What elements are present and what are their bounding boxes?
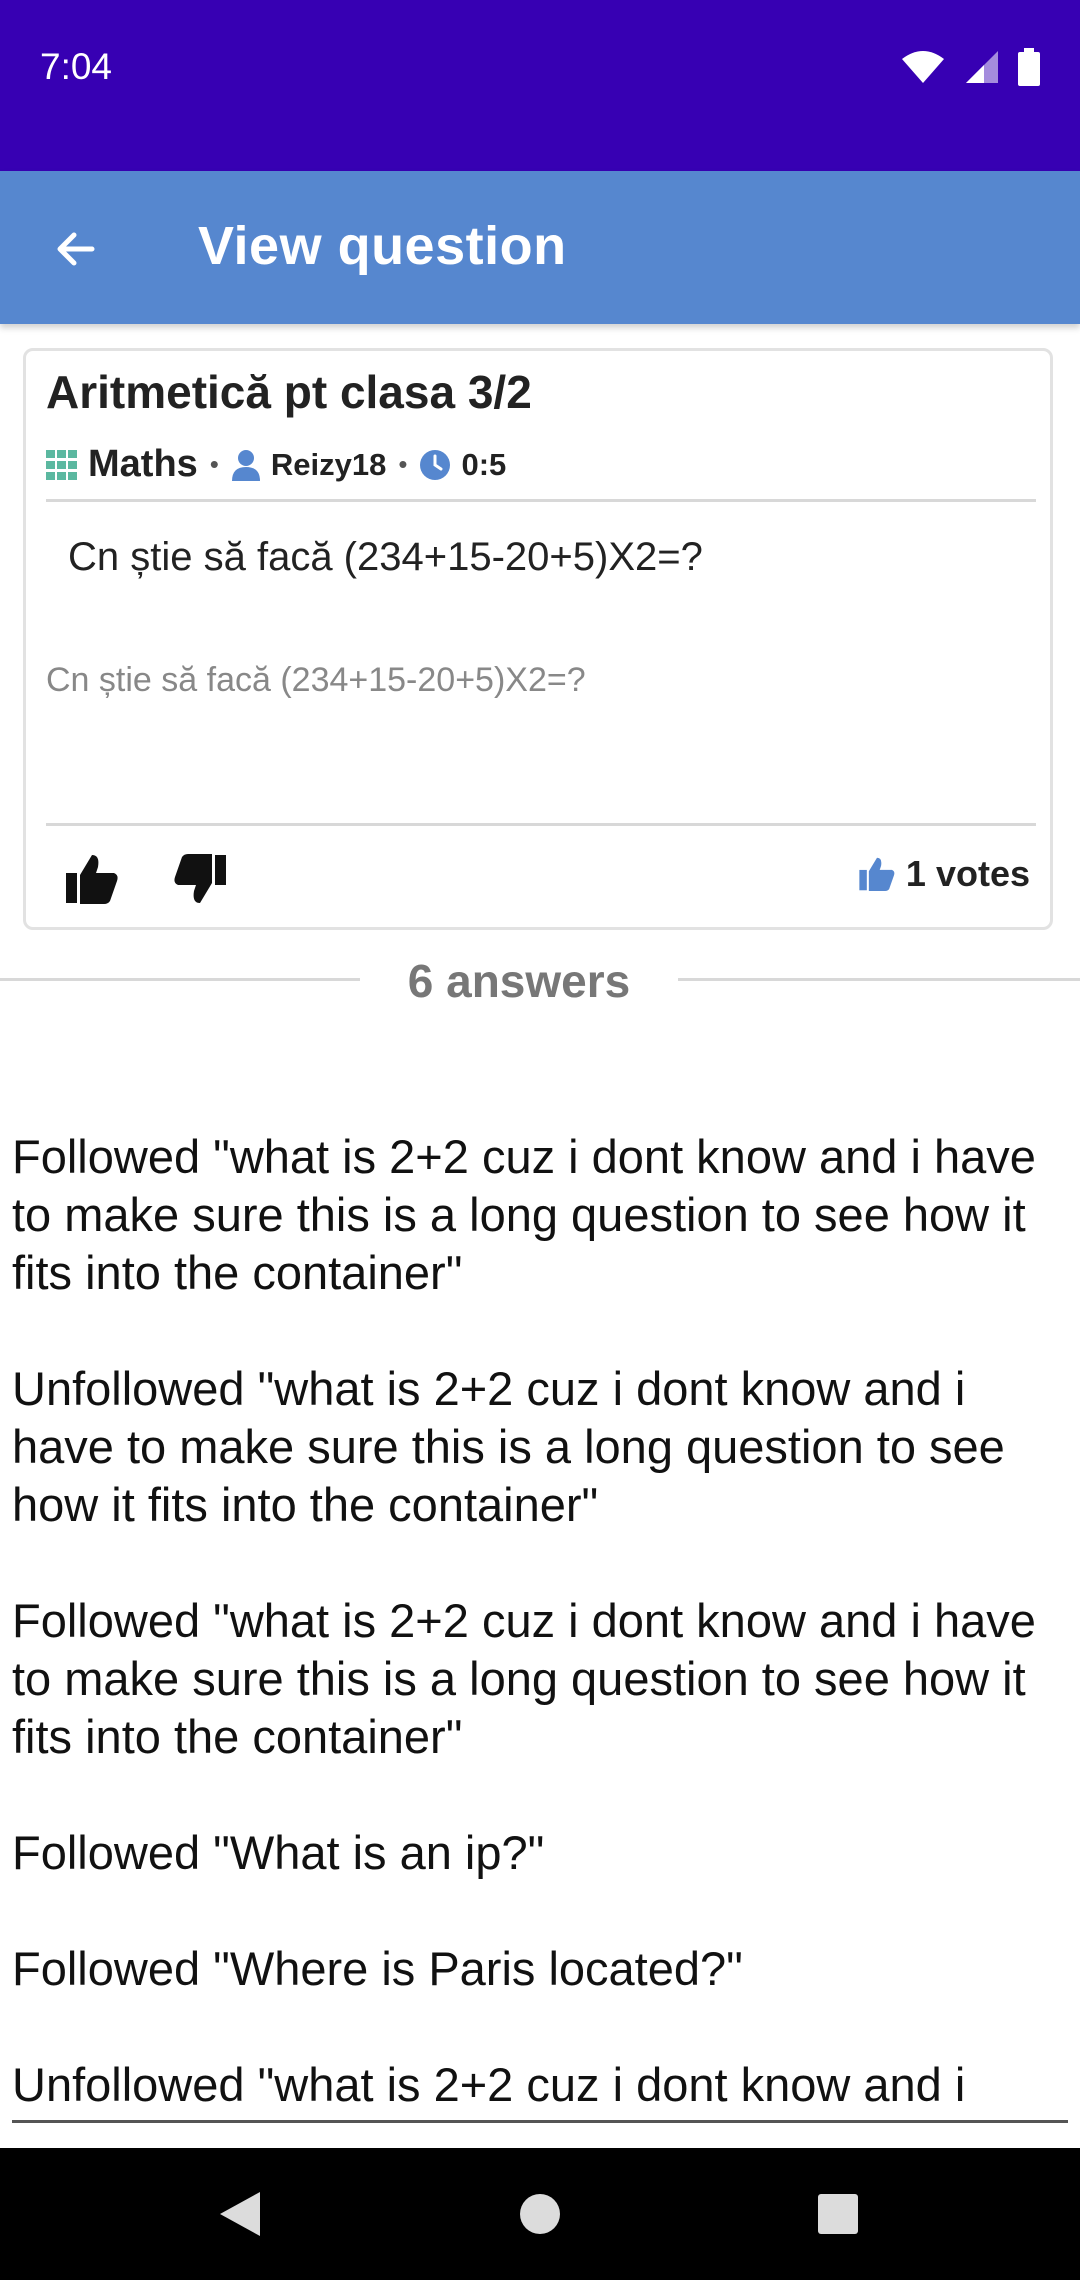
arrow-left-icon — [57, 232, 95, 266]
nav-back-button[interactable] — [204, 2178, 276, 2250]
meta-separator: • — [398, 449, 408, 479]
category-link[interactable]: Maths — [88, 443, 198, 486]
activity-item: Unfollowed "what is 2+2 cuz i dont know … — [12, 1362, 1005, 1531]
square-recents-icon — [818, 2194, 858, 2234]
nav-home-button[interactable] — [504, 2178, 576, 2250]
activity-log[interactable]: Followed "what is 2+2 cuz i dont know an… — [12, 1128, 1072, 2118]
thumb-up-icon — [66, 855, 118, 904]
status-bar: 7:04 — [0, 0, 1080, 171]
wifi-icon — [902, 51, 944, 83]
signal-icon — [966, 51, 998, 83]
question-title: Aritmetică pt clasa 3/2 — [46, 366, 532, 418]
status-icons — [900, 48, 1040, 86]
question-card: Aritmetică pt clasa 3/2 Maths • Reizy18 … — [23, 348, 1053, 930]
question-time: 0:5 — [461, 446, 507, 482]
circle-home-icon — [520, 2194, 560, 2234]
activity-item: Followed "what is 2+2 cuz i dont know an… — [12, 1594, 1036, 1763]
nav-recents-button[interactable] — [802, 2178, 874, 2250]
activity-item: Followed "What is an ip?" — [12, 1826, 545, 1879]
clock-icon — [420, 449, 451, 480]
meta-separator: • — [209, 449, 219, 479]
back-button[interactable] — [40, 213, 112, 285]
thumb-down-icon — [174, 854, 226, 903]
votes-count: 1 votes — [905, 853, 1030, 894]
activity-underline — [12, 2120, 1068, 2123]
navigation-bar — [0, 2148, 1080, 2280]
page-title: View question — [198, 216, 567, 276]
person-icon — [231, 449, 260, 481]
question-preview: Cn știe să facă (234+15-20+5)X2=? — [46, 661, 586, 699]
grid-icon — [46, 449, 77, 480]
answers-count: 6 answers — [407, 955, 631, 1007]
separator-line — [0, 978, 360, 981]
question-meta: Maths • Reizy18 • 0:5 — [46, 443, 506, 486]
divider — [46, 823, 1036, 826]
question-body: Cn știe să facă (234+15-20+5)X2=? — [68, 535, 703, 579]
app-bar: View question — [0, 171, 1080, 324]
battery-icon — [1018, 48, 1040, 86]
author-link[interactable]: Reizy18 — [271, 447, 386, 483]
activity-item: Followed "what is 2+2 cuz i dont know an… — [12, 1130, 1036, 1299]
status-time: 7:04 — [40, 46, 113, 87]
separator-line — [678, 978, 1080, 981]
answers-separator: 6 answers — [0, 950, 1080, 1010]
thumb-up-icon — [859, 857, 895, 891]
triangle-back-icon — [220, 2192, 260, 2236]
votes-summary: 1 votes — [858, 853, 1030, 895]
divider — [46, 499, 1036, 502]
downvote-button[interactable] — [172, 851, 232, 911]
activity-item: Followed "Where is Paris located?" — [12, 1942, 743, 1995]
upvote-button[interactable] — [64, 851, 124, 911]
activity-item: Unfollowed "what is 2+2 cuz i dont know … — [12, 2058, 966, 2111]
